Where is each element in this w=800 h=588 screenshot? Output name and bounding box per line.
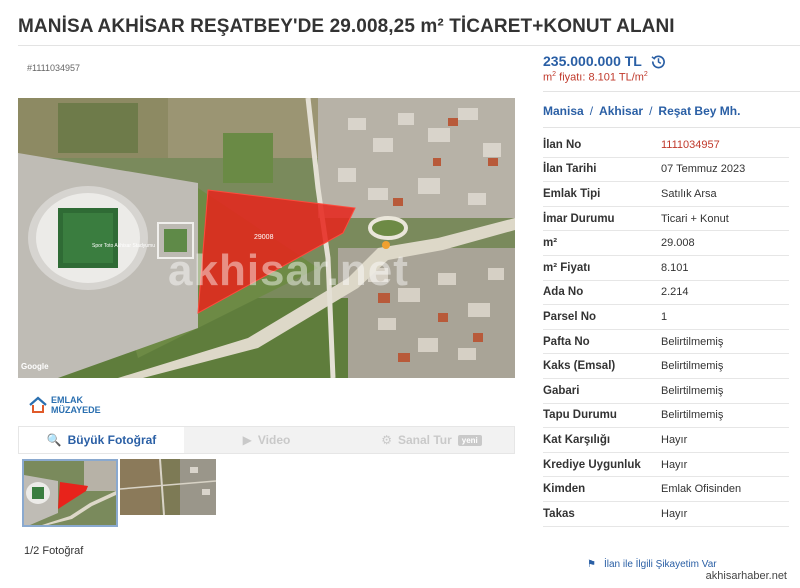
site-watermark: akhisarhaber.net [702,570,790,582]
detail-label: Emlak Tipi [543,187,601,200]
detail-value: Ticari + Konut [661,212,729,225]
breadcrumb-neighborhood[interactable]: Reşat Bey Mh. [658,104,740,118]
page-title: MANİSA AKHİSAR REŞATBEY'DE 29.008,25 m² … [18,16,675,37]
tab-label: Sanal Tur [397,433,452,447]
listing-price: 235.000.000 TL [543,53,666,69]
detail-row: Parsel No 1 [543,305,789,330]
house-icon [29,396,47,413]
detail-row: Gabari Belirtilmemiş [543,379,789,404]
detail-label: m² [543,237,558,250]
detail-row: Ada No 2.214 [543,281,789,306]
price-history-icon[interactable] [651,54,666,69]
detail-label: Kat Karşılığı [543,433,611,446]
price-value: 235.000.000 TL [543,53,642,69]
detail-label: m² Fiyatı [543,261,591,274]
detail-value: Belirtilmemiş [661,409,724,422]
watermark-text: akhisar.net [168,246,409,295]
price-divider [543,91,800,92]
detail-label: Tapu Durumu [543,409,617,422]
detail-value: Hayır [661,458,688,471]
detail-row: m² 29.008 [543,231,789,256]
tab-large-photo[interactable]: 🔍 Büyük Fotoğraf [19,427,184,453]
detail-label: İlan Tarihi [543,163,597,176]
plot-area-label: 29008 [254,234,274,241]
detail-row: İmar Durumu Ticari + Konut [543,207,789,232]
main-listing-photo[interactable]: akhisar.net 29008 Spor Toto Akhisar Stad… [18,98,515,378]
detail-row: İlan Tarihi 07 Temmuz 2023 [543,158,789,183]
cube-icon: ⚙ [381,433,392,447]
detail-value: 1111034957 [661,138,720,151]
detail-row: Pafta No Belirtilmemiş [543,330,789,355]
google-attribution: Google [21,362,49,371]
emlak-muzayede-logo[interactable]: EMLAK MÜZAYEDE [28,395,101,415]
detail-label: İlan No [543,138,582,151]
title-divider [18,45,800,46]
detail-value: Hayır [661,433,688,446]
play-icon: ▶ [242,433,252,447]
detail-label: Gabari [543,384,580,397]
detail-label: Parsel No [543,310,597,323]
tab-label: Büyük Fotoğraf [67,433,157,447]
detail-value: Hayır [661,507,688,520]
logo-line-1: EMLAK [51,395,83,405]
breadcrumb-district[interactable]: Akhisar [599,104,643,118]
listing-details-table: İlan No 1111034957 İlan Tarihi 07 Temmuz 2… [543,133,789,527]
media-tabs: 🔍 Büyük Fotoğraf ▶ Video ⚙ Sanal Tur yen… [18,426,515,454]
detail-value: Belirtilmemiş [661,360,724,373]
detail-row: İlan No 1111034957 [543,133,789,158]
detail-row: Kaks (Emsal) Belirtilmemiş [543,354,789,379]
detail-value: Satılık Arsa [661,187,717,200]
new-badge: yeni [457,434,482,446]
photo-counter: 1/2 Fotoğraf [24,545,84,557]
detail-row: Emlak Tipi Satılık Arsa [543,182,789,207]
breadcrumb-divider [543,127,800,128]
detail-label: İmar Durumu [543,212,615,225]
detail-row: Takas Hayır [543,502,789,527]
logo-line-2: MÜZAYEDE [51,405,101,415]
detail-row: Tapu Durumu Belirtilmemiş [543,404,789,429]
detail-value: 29.008 [661,237,695,250]
photo-thumbnails [18,454,515,534]
detail-label: Krediye Uygunluk [543,458,641,471]
breadcrumb-city[interactable]: Manisa [543,104,584,118]
detail-value: Belirtilmemiş [661,335,724,348]
detail-row: Kat Karşılığı Hayır [543,428,789,453]
thumbnail-1[interactable] [22,459,118,527]
detail-value: 2.214 [661,286,689,299]
report-listing-link[interactable]: ⚑ İlan ile İlgili Şikayetim Var [587,559,717,570]
detail-label: Ada No [543,286,584,299]
detail-value: 8.101 [661,261,689,274]
detail-value: 07 Temmuz 2023 [661,163,746,176]
tab-label: Video [257,433,291,447]
detail-row: m² Fiyatı 8.101 [543,256,789,281]
tab-virtual-tour[interactable]: ⚙ Sanal Tur yeni [349,427,514,453]
detail-label: Kaks (Emsal) [543,360,616,373]
detail-row: Kimden Emlak Ofisinden [543,477,789,502]
search-icon: 🔍 [46,433,62,447]
location-breadcrumb: Manisa / Akhisar / Reşat Bey Mh. [543,104,741,118]
detail-label: Pafta No [543,335,590,348]
detail-value: Belirtilmemiş [661,384,724,397]
thumbnail-2[interactable] [120,459,216,527]
detail-value: 1 [661,310,668,323]
detail-value: Emlak Ofisinden [661,483,742,496]
detail-row: Krediye Uygunluk Hayır [543,453,789,478]
report-link-label: İlan ile İlgili Şikayetim Var [603,559,717,570]
flag-icon: ⚑ [587,559,596,570]
detail-label: Kimden [543,483,586,496]
tab-video[interactable]: ▶ Video [184,427,349,453]
stadium-map-label: Spor Toto Akhisar Stadyumu [92,243,155,249]
listing-reference: #1111034957 [27,63,81,73]
detail-label: Takas [543,507,575,520]
price-per-m2: m2 fiyatı: 8.101 TL/m2 [543,71,648,84]
